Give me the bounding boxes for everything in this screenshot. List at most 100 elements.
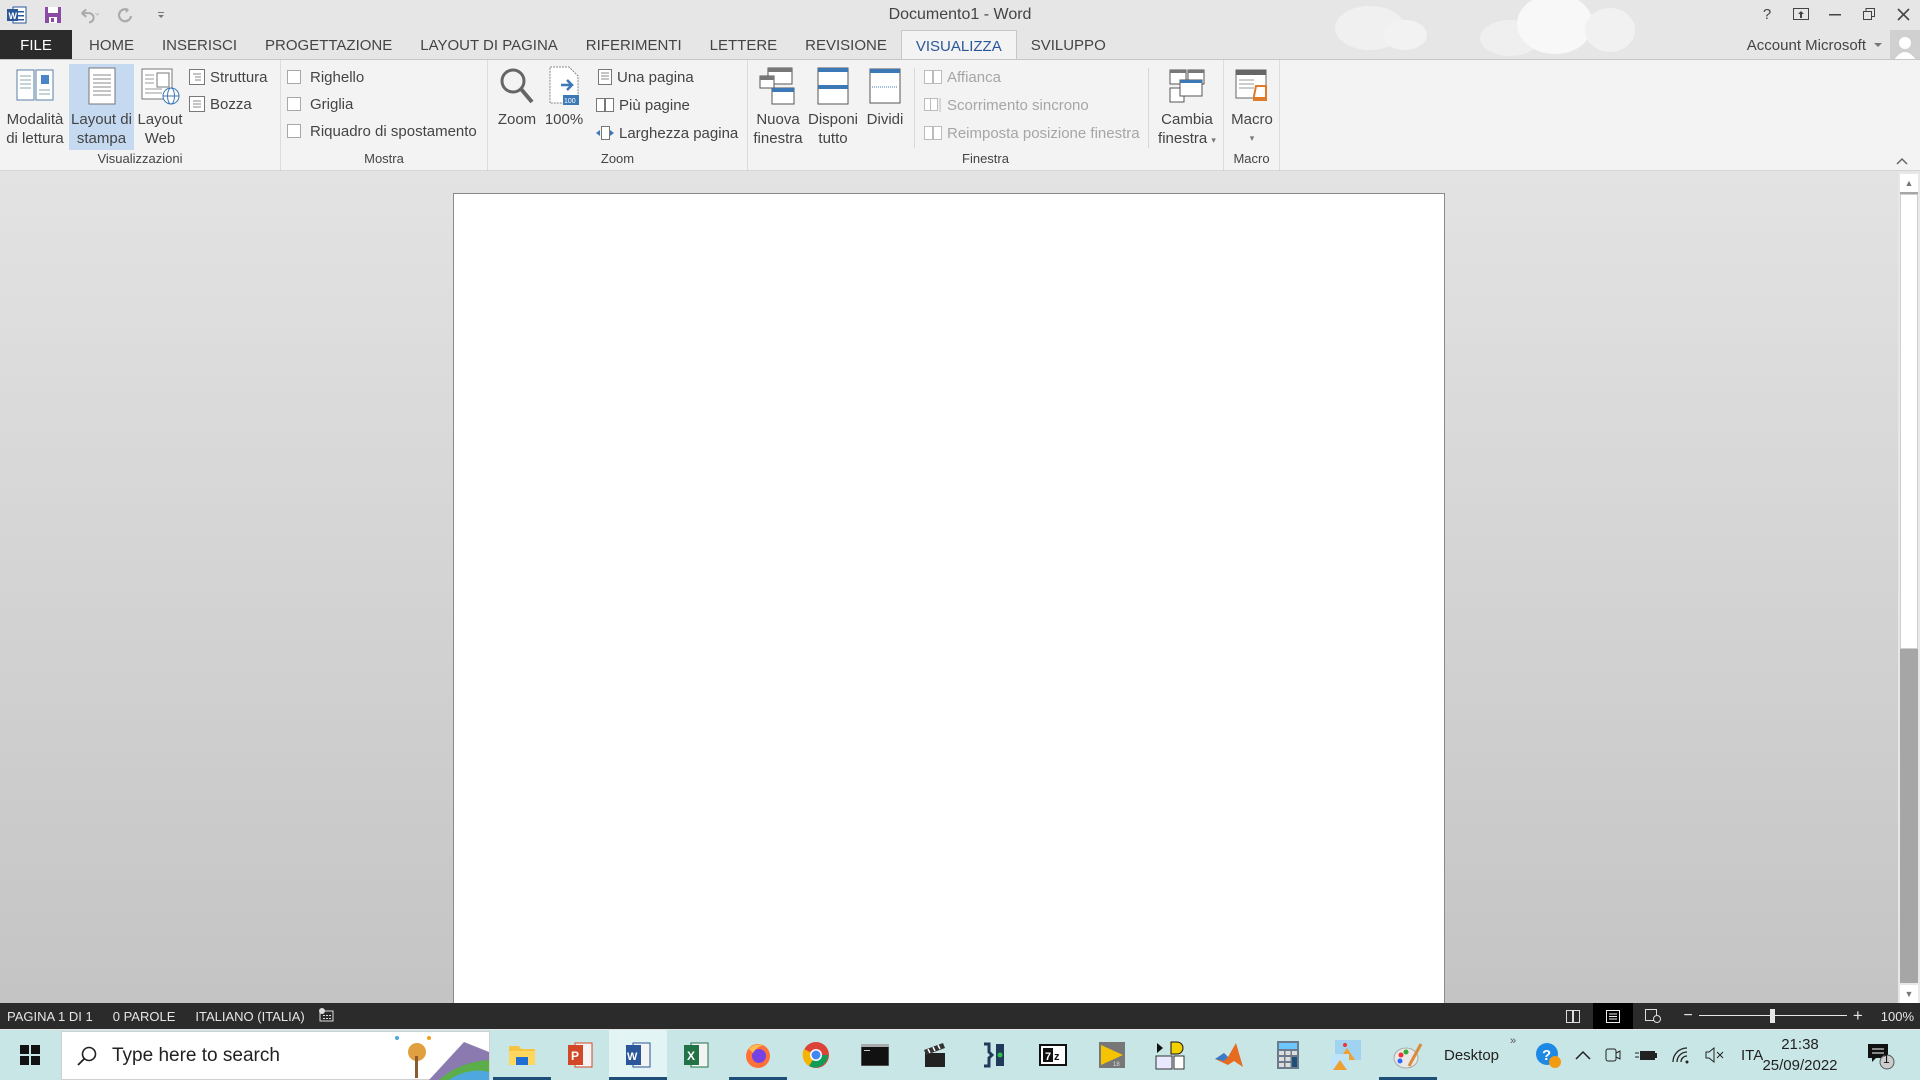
desktop-label[interactable]: Desktop bbox=[1444, 1047, 1499, 1064]
taskbar-dev-app[interactable] bbox=[965, 1030, 1023, 1080]
taskbar-video-editor[interactable] bbox=[906, 1030, 964, 1080]
taskbar-file-explorer[interactable] bbox=[493, 1030, 551, 1080]
zoom-level[interactable]: 100% bbox=[1881, 1009, 1914, 1024]
help-notification-icon[interactable]: ? bbox=[1535, 1042, 1561, 1068]
tab-inserisci[interactable]: INSERISCI bbox=[148, 30, 251, 60]
notification-center-button[interactable]: 1 bbox=[1866, 1030, 1896, 1080]
close-icon[interactable] bbox=[1886, 0, 1920, 28]
tab-lettere[interactable]: LETTERE bbox=[696, 30, 792, 60]
battery-icon[interactable] bbox=[1635, 1048, 1657, 1062]
avatar[interactable] bbox=[1890, 30, 1920, 60]
taskbar-matlab[interactable] bbox=[1200, 1030, 1258, 1080]
print-layout-button[interactable]: Layout di stampa bbox=[69, 64, 134, 150]
multiple-pages-button[interactable]: Più pagine bbox=[596, 94, 690, 116]
scroll-up-icon[interactable]: ▲ bbox=[1900, 174, 1918, 192]
wifi-icon[interactable] bbox=[1671, 1046, 1691, 1064]
tab-file[interactable]: FILE bbox=[0, 30, 72, 60]
book-icon bbox=[16, 64, 54, 108]
scroll-down-icon[interactable]: ▼ bbox=[1900, 985, 1918, 1003]
ruler-checkbox[interactable]: Righello bbox=[287, 66, 364, 88]
checkbox[interactable] bbox=[287, 124, 301, 138]
zoom-100-icon: 100 bbox=[547, 64, 581, 108]
one-page-button[interactable]: Una pagina bbox=[598, 66, 694, 88]
macros-button[interactable]: Macro ▾ bbox=[1226, 64, 1278, 150]
taskbar-7zip[interactable]: 7z bbox=[1024, 1030, 1082, 1080]
tab-progettazione[interactable]: PROGETTAZIONE bbox=[251, 30, 406, 60]
arrange-all-button[interactable]: Disponi tutto bbox=[806, 64, 860, 150]
calculator-icon bbox=[1277, 1041, 1299, 1069]
taskbar-paint[interactable] bbox=[1379, 1030, 1437, 1080]
web-layout-view-button[interactable] bbox=[1633, 1003, 1673, 1029]
split-button[interactable]: Dividi bbox=[862, 64, 908, 150]
taskbar-labview[interactable]: 18 bbox=[1083, 1030, 1141, 1080]
collapse-ribbon-icon[interactable] bbox=[1896, 154, 1908, 168]
taskbar-terminal[interactable] bbox=[846, 1030, 904, 1080]
zoom-out-button[interactable]: − bbox=[1683, 1007, 1692, 1025]
taskbar-chrome[interactable] bbox=[787, 1030, 845, 1080]
print-layout-view-button[interactable] bbox=[1593, 1003, 1634, 1029]
tab-visualizza[interactable]: VISUALIZZA bbox=[900, 30, 1017, 61]
group-mostra: Righello Griglia Riquadro di spostamento… bbox=[281, 60, 488, 170]
taskbar-excel[interactable]: X bbox=[667, 1030, 725, 1080]
help-button[interactable]: ? bbox=[1750, 0, 1784, 28]
sync-scroll-icon bbox=[924, 98, 941, 112]
chevron-up-icon[interactable] bbox=[1575, 1050, 1591, 1060]
switch-windows-button[interactable]: Cambia finestra ▾ bbox=[1155, 64, 1219, 150]
tab-riferimenti[interactable]: RIFERIMENTI bbox=[572, 30, 696, 60]
checkbox[interactable] bbox=[287, 97, 301, 111]
tab-layout-di-pagina[interactable]: LAYOUT DI PAGINA bbox=[406, 30, 572, 60]
start-button[interactable] bbox=[0, 1030, 60, 1080]
taskbar-photos[interactable] bbox=[1317, 1030, 1375, 1080]
language-indicator[interactable]: ITALIANO (ITALIA) bbox=[195, 1009, 304, 1024]
web-layout-button[interactable]: Layout Web bbox=[135, 64, 185, 150]
clock[interactable]: 21:38 25/09/2022 bbox=[1760, 1034, 1840, 1076]
tab-sviluppo[interactable]: SVILUPPO bbox=[1017, 30, 1120, 60]
vertical-scrollbar[interactable]: ▲ ▼ bbox=[1899, 172, 1920, 1003]
group-visualizzazioni: Modalità di lettura Layout di stampa Lay… bbox=[0, 60, 281, 170]
page-count[interactable]: PAGINA 1 DI 1 bbox=[7, 1009, 93, 1024]
taskbar-logic-app[interactable] bbox=[1141, 1030, 1199, 1080]
macro-recording-icon[interactable] bbox=[318, 1007, 334, 1025]
page-layout-icon bbox=[88, 64, 116, 108]
dropdown-arrow-icon: ▾ bbox=[1211, 135, 1216, 145]
zoom-slider-handle[interactable] bbox=[1770, 1009, 1776, 1023]
page-width-icon bbox=[596, 126, 614, 140]
toolbar-overflow-icon[interactable]: » bbox=[1510, 1016, 1516, 1066]
draft-button[interactable]: Bozza bbox=[189, 93, 252, 115]
taskbar-firefox[interactable] bbox=[729, 1030, 787, 1080]
taskbar-word[interactable]: W bbox=[609, 1030, 667, 1080]
taskbar-search-box[interactable]: Type here to search bbox=[61, 1031, 490, 1080]
zoom-button[interactable]: Zoom bbox=[494, 64, 540, 150]
scroll-thumb[interactable] bbox=[1900, 194, 1918, 649]
minimize-icon[interactable] bbox=[1818, 0, 1852, 28]
tab-revisione[interactable]: REVISIONE bbox=[791, 30, 901, 60]
camera-icon[interactable] bbox=[1605, 1046, 1621, 1064]
ribbon-display-options-icon[interactable] bbox=[1784, 0, 1818, 28]
navigation-pane-checkbox[interactable]: Riquadro di spostamento bbox=[287, 120, 477, 142]
read-mode-view-button[interactable] bbox=[1553, 1003, 1593, 1029]
zoom-in-button[interactable]: + bbox=[1853, 1006, 1863, 1026]
document-page[interactable] bbox=[453, 193, 1445, 1023]
reading-mode-button[interactable]: Modalità di lettura bbox=[2, 64, 68, 150]
new-window-button[interactable]: Nuova finestra bbox=[752, 64, 804, 150]
tab-home[interactable]: HOME bbox=[75, 30, 148, 60]
synchronous-scrolling-button: Scorrimento sincrono bbox=[924, 94, 1089, 116]
taskbar-powerpoint[interactable]: P bbox=[551, 1030, 609, 1080]
zoom-100-button[interactable]: 100 100% bbox=[544, 64, 584, 150]
word-count[interactable]: 0 PAROLE bbox=[113, 1009, 176, 1024]
gridlines-checkbox[interactable]: Griglia bbox=[287, 93, 353, 115]
zoom-slider[interactable] bbox=[1698, 1003, 1847, 1029]
one-page-icon bbox=[598, 69, 612, 85]
volume-muted-icon[interactable] bbox=[1705, 1047, 1725, 1063]
bracket-app-icon bbox=[984, 1042, 1004, 1068]
account-label[interactable]: Account Microsoft bbox=[1747, 37, 1866, 54]
checkbox[interactable] bbox=[287, 70, 301, 84]
account-area[interactable]: Account Microsoft bbox=[1747, 30, 1920, 60]
page-width-button[interactable]: Larghezza pagina bbox=[596, 122, 738, 144]
desktop-toolbar[interactable]: Desktop bbox=[1444, 1030, 1499, 1080]
switch-windows-icon bbox=[1168, 64, 1206, 108]
outline-button[interactable]: Struttura bbox=[189, 66, 268, 88]
group-label-visualizzazioni: Visualizzazioni bbox=[97, 151, 183, 166]
restore-icon[interactable] bbox=[1852, 0, 1886, 28]
taskbar-calculator[interactable] bbox=[1259, 1030, 1317, 1080]
